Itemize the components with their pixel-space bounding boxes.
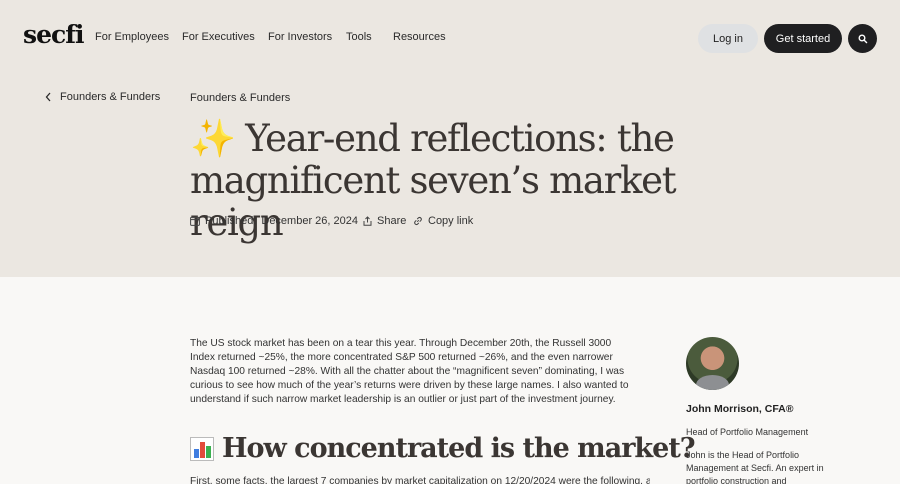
link-icon [414,217,422,225]
nav-for-investors[interactable]: For Investors [268,31,332,43]
back-link-label: Founders & Funders [60,91,161,103]
published-label: Published: [205,215,257,227]
share-button[interactable]: Share [363,215,406,227]
get-started-button[interactable]: Get started [764,24,842,53]
copy-link-button[interactable]: Copy link [413,215,473,227]
section-heading-text: How concentrated is the market? [222,433,696,464]
published-date: December 26, 2024 [261,215,358,227]
category-label: Founders & Funders [190,92,291,104]
section-heading: How concentrated is the market? [190,433,696,464]
author-role: Head of Portfolio Management [686,427,809,437]
search-button[interactable] [848,24,877,53]
secfi-logo[interactable]: secfi [23,20,84,49]
calendar-icon [190,216,200,226]
search-icon [858,34,867,43]
bar-chart-icon [190,436,214,461]
back-link[interactable]: Founders & Funders [45,91,160,103]
article-next-paragraph: First, some facts, the largest 7 compani… [190,476,650,484]
share-icon [363,216,372,226]
login-button[interactable]: Log in [698,24,758,53]
article-intro: The US stock market has been on a tear t… [190,338,629,406]
nav-for-executives[interactable]: For Executives [182,31,255,43]
share-label: Share [377,215,407,227]
nav-tools[interactable]: Tools [346,31,372,43]
sparkles-icon: ✨ [190,117,236,160]
chevron-left-icon [45,92,51,102]
author-bio: John is the Head of Portfolio Management… [686,450,824,484]
nav-resources[interactable]: Resources [393,31,446,43]
author-name: John Morrison, CFA® [686,403,794,415]
copy-link-label: Copy link [428,215,474,227]
published-info: Published: December 26, 2024 [190,215,358,227]
author-avatar [686,337,739,390]
nav-for-employees[interactable]: For Employees [95,31,169,43]
